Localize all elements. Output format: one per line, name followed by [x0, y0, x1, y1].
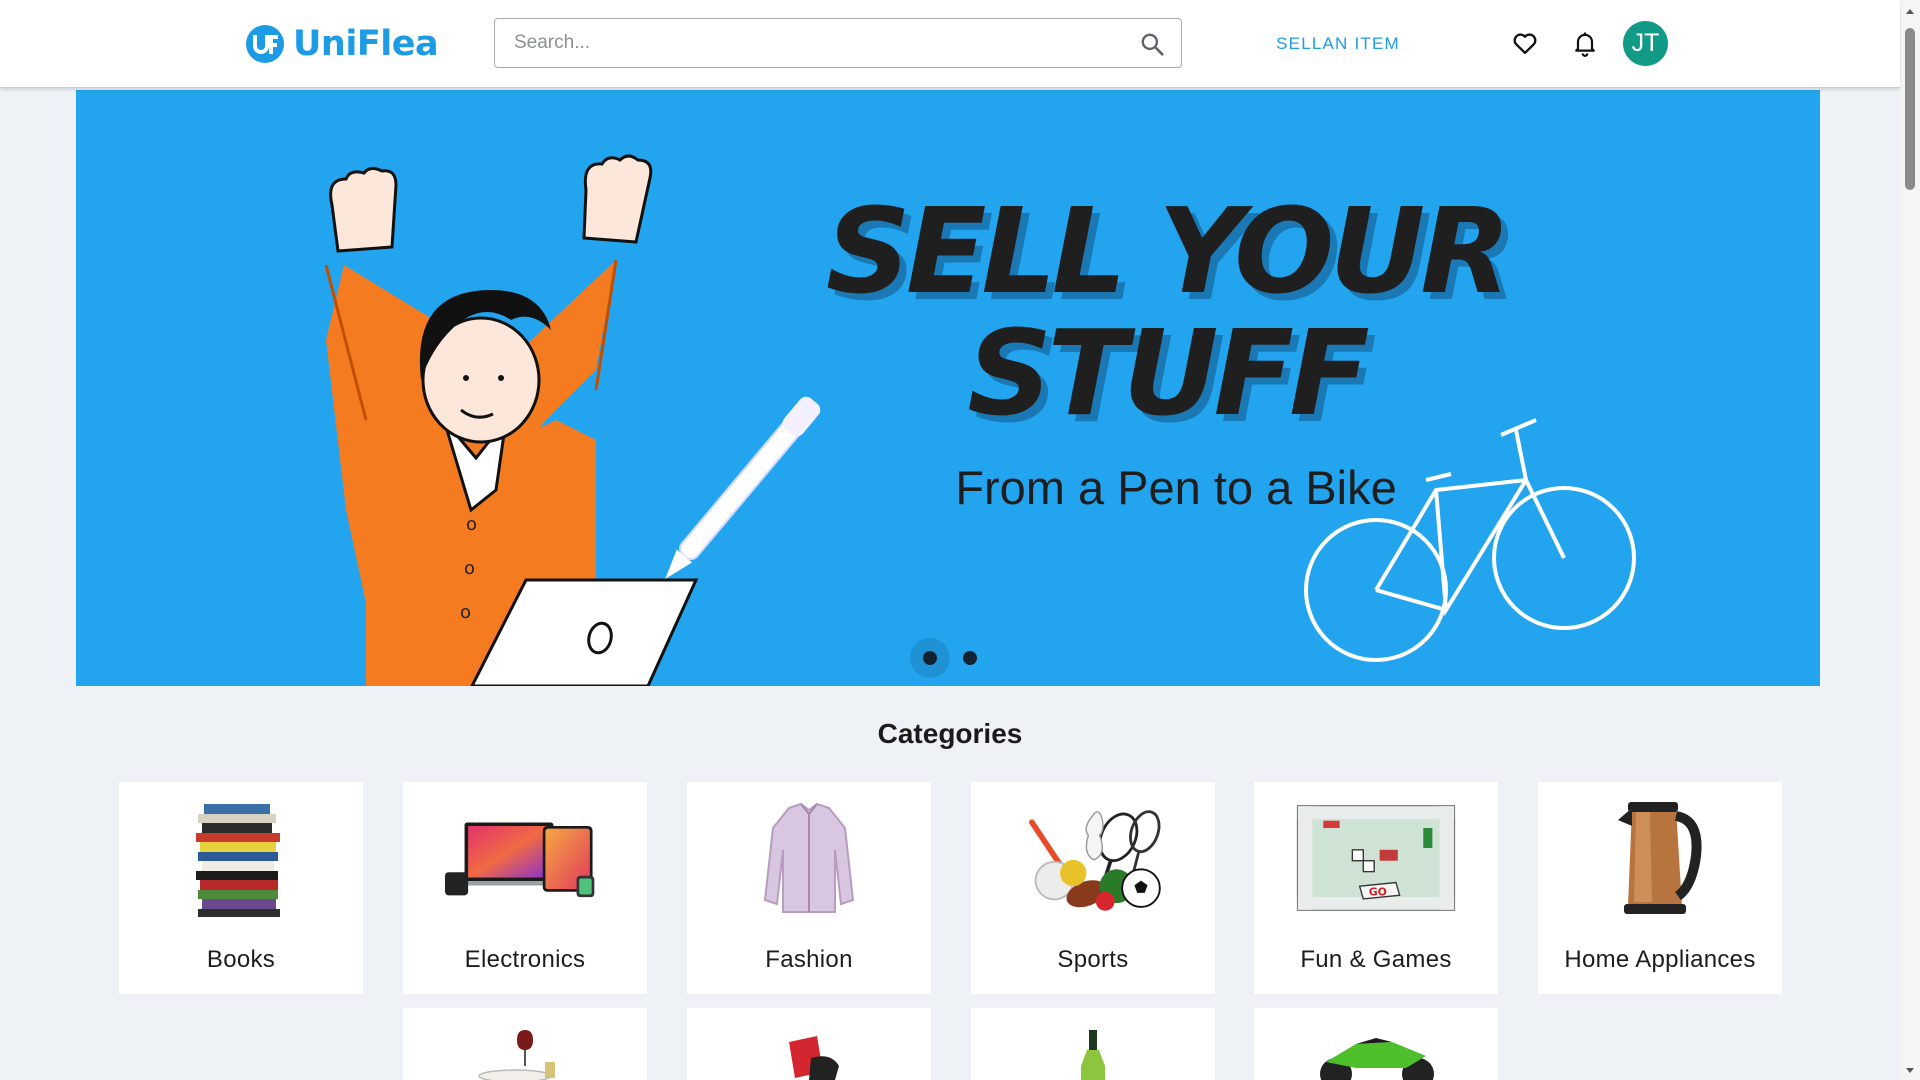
brand-name: UniFlea — [293, 24, 439, 64]
user-avatar[interactable]: JT — [1623, 21, 1668, 66]
carousel-dot-2[interactable] — [950, 638, 990, 678]
category-label: Fun & Games — [1300, 946, 1452, 973]
category-card-fun-games[interactable]: GO Fun & Games — [1254, 782, 1498, 994]
scrollbar-thumb[interactable] — [1905, 28, 1915, 190]
category-label: Electronics — [464, 946, 586, 973]
category-card-fashion[interactable]: Fashion — [687, 782, 931, 994]
bottle-icon — [1013, 1022, 1173, 1080]
wishlist-button[interactable] — [1508, 26, 1542, 60]
category-card-sports[interactable]: Sports — [971, 782, 1215, 994]
hero-banner-carousel[interactable]: o o o SELL YOUR STUFF From a Pen to a Bi… — [76, 90, 1820, 686]
bicycle-illustration — [1304, 418, 1636, 662]
category-card-electronics[interactable]: Electronics — [403, 782, 647, 994]
svg-text:o: o — [464, 558, 475, 579]
page-scrollbar[interactable] — [1900, 0, 1920, 1080]
sports-balls-icon — [1013, 796, 1173, 920]
top-app-bar: UniFlea SELLAN ITEM JT — [0, 0, 1900, 88]
carousel-indicators — [910, 638, 990, 678]
banner-headline: SELL YOUR STUFF — [686, 190, 1646, 434]
bell-icon — [1575, 32, 1595, 57]
scroll-down-arrow-icon[interactable] — [1904, 1064, 1916, 1076]
kettle-icon — [1580, 796, 1740, 920]
svg-text:o: o — [460, 602, 471, 623]
carousel-dot-1[interactable] — [910, 638, 950, 678]
svg-text:GO: GO — [1369, 885, 1387, 898]
heart-icon — [1513, 33, 1537, 55]
search-input[interactable] — [495, 19, 1115, 67]
devices-icon — [445, 796, 605, 920]
categories-heading: Categories — [877, 718, 1023, 749]
banner-headline-line2: STUFF — [967, 304, 1370, 442]
dining-table-icon — [445, 1022, 605, 1080]
category-card-row2-2[interactable] — [687, 1008, 931, 1080]
category-card-row2-3[interactable] — [971, 1008, 1215, 1080]
banner-headline-line1: SELL YOUR — [825, 182, 1511, 320]
uniflea-logo-icon — [246, 25, 284, 63]
search-box — [494, 18, 1182, 68]
category-label: Home Appliances — [1564, 946, 1756, 973]
jacket-icon — [729, 796, 889, 920]
category-card-row2-4[interactable] — [1254, 1008, 1498, 1080]
board-game-icon: GO — [1296, 796, 1456, 920]
books-stack-icon — [161, 796, 321, 920]
notifications-button[interactable] — [1568, 26, 1602, 60]
category-label: Fashion — [765, 946, 853, 973]
sell-item-button[interactable]: SELLAN ITEM — [1258, 26, 1418, 62]
motorbike-icon — [1296, 1022, 1456, 1080]
category-label: Sports — [1057, 946, 1129, 973]
scroll-up-arrow-icon[interactable] — [1904, 6, 1916, 18]
office-chair-icon — [729, 1022, 889, 1080]
svg-text:o: o — [466, 514, 477, 535]
brand-logo[interactable]: UniFlea — [245, 21, 439, 67]
category-card-books[interactable]: Books — [119, 782, 363, 994]
search-icon[interactable] — [1139, 31, 1165, 57]
category-card-home-appliances[interactable]: Home Appliances — [1538, 782, 1782, 994]
category-label: Books — [206, 946, 276, 973]
category-card-row2-1[interactable] — [403, 1008, 647, 1080]
banner-subtitle: From a Pen to a Bike — [955, 461, 1397, 514]
